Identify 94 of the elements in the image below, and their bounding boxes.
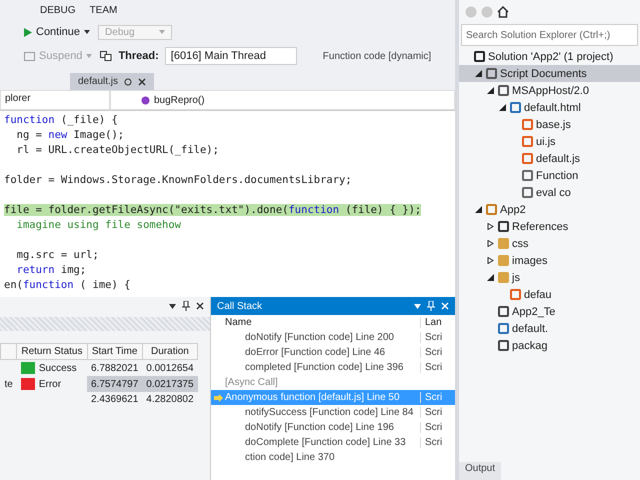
- item-icon: [486, 68, 497, 79]
- code-line: ng = new Image();: [16, 129, 124, 141]
- call-stack-row[interactable]: ction code] Line 370: [231, 450, 455, 465]
- table-cell: te: [4, 378, 13, 390]
- file-icon: [498, 340, 509, 351]
- search-field[interactable]: Search Solution Explorer (Ctrl+;): [461, 24, 638, 46]
- solution-icon: [474, 51, 485, 62]
- close-icon[interactable]: [138, 78, 146, 86]
- tree-item[interactable]: js: [459, 269, 640, 286]
- script-file-icon: [522, 136, 533, 147]
- tree-item[interactable]: packag: [459, 337, 640, 354]
- script-file-icon: [510, 289, 521, 300]
- tree-item[interactable]: App2: [459, 201, 640, 218]
- tree-item[interactable]: eval co: [459, 184, 640, 201]
- pin-icon[interactable]: [124, 78, 132, 86]
- tree-item[interactable]: ui.js: [459, 133, 640, 150]
- tree-item[interactable]: default.html: [459, 99, 640, 116]
- column-header[interactable]: Duration: [142, 344, 198, 360]
- caret-icon: [159, 30, 166, 34]
- project-icon: [486, 204, 497, 215]
- tree-item[interactable]: images: [459, 252, 640, 269]
- tree-item[interactable]: MSAppHost/2.0: [459, 82, 640, 99]
- expanded-triangle-icon[interactable]: [475, 206, 482, 213]
- expanded-triangle-icon[interactable]: [499, 104, 506, 111]
- tree-item[interactable]: css: [459, 235, 640, 252]
- expanded-triangle-icon[interactable]: [475, 70, 482, 77]
- item-icon: [498, 306, 509, 317]
- code-editor[interactable]: [0, 111, 455, 297]
- caret-icon: [86, 54, 92, 58]
- script-file-icon: [522, 153, 533, 164]
- editor-tab[interactable]: default.js: [70, 73, 154, 90]
- menu-item[interactable]: DEBUG: [40, 4, 76, 16]
- folder-icon: [498, 272, 509, 283]
- expanded-triangle-icon[interactable]: [487, 87, 494, 94]
- home-icon[interactable]: [497, 6, 509, 18]
- stack-frame-label: Function code [dynamic]: [322, 50, 432, 62]
- column-header[interactable]: Return Status: [16, 344, 87, 360]
- code-line: function (_file) {: [4, 114, 118, 126]
- folder-icon: [498, 255, 509, 266]
- script-file-icon: [522, 119, 533, 130]
- table-cell: 0.0217375: [146, 378, 194, 390]
- window-icon: [24, 52, 35, 60]
- table-cell: 6.7574797: [91, 378, 138, 390]
- table-cell: 0.0012654: [146, 362, 194, 374]
- expanded-triangle-icon[interactable]: [487, 274, 494, 281]
- collapsed-triangle-icon[interactable]: [487, 240, 494, 247]
- method-icon: [141, 96, 150, 104]
- code-line: rl = URL.createObjectURL(_file);: [16, 144, 219, 156]
- tree-item[interactable]: References: [459, 218, 640, 235]
- tree-item[interactable]: defau: [459, 286, 640, 303]
- tree-item[interactable]: App2_Te: [459, 303, 640, 320]
- call-stack-row[interactable]: [Async Call]: [211, 375, 455, 390]
- play-icon: [24, 28, 32, 36]
- continue-button[interactable]: Continue: [22, 24, 92, 40]
- file-icon: [510, 102, 521, 113]
- code-line: return img;: [16, 264, 86, 276]
- menu-item[interactable]: TEAM: [90, 4, 118, 16]
- table-cell: 6.7882021: [91, 362, 138, 374]
- pin-icon[interactable]: [182, 301, 190, 311]
- panel-title: Call Stack: [217, 300, 262, 312]
- file-icon: [522, 187, 533, 198]
- code-line: mg.src = url;: [16, 249, 99, 261]
- item-icon: [498, 85, 509, 96]
- table-cell: Error: [38, 378, 62, 390]
- folder-icon: [498, 238, 509, 249]
- file-icon: [522, 170, 533, 181]
- tree-item[interactable]: Function: [459, 167, 640, 184]
- table-cell: 4.2820802: [146, 394, 194, 405]
- thread-field[interactable]: [6016] Main Thread: [164, 47, 297, 65]
- file-icon: [498, 323, 509, 334]
- navigation-dropdown[interactable]: plorer: [0, 90, 110, 110]
- table-cell: Success: [38, 362, 77, 374]
- collapsed-triangle-icon[interactable]: [487, 223, 494, 230]
- tree-item[interactable]: base.js: [459, 116, 640, 133]
- code-line: en(function ( ime) {: [4, 279, 130, 291]
- code-line: folder = Windows.Storage.KnownFolders.documentsLibrary;: [4, 174, 352, 186]
- thread-label: Thread:: [118, 50, 159, 62]
- tree-item[interactable]: default.: [459, 320, 640, 337]
- close-icon[interactable]: [196, 302, 204, 310]
- tree-item[interactable]: default.js: [459, 150, 640, 167]
- tree-item[interactable]: Solution 'App2' (1 project): [459, 48, 640, 65]
- collapsed-triangle-icon[interactable]: [487, 257, 494, 264]
- column-header[interactable]: Start Time: [87, 344, 142, 360]
- column-header[interactable]: Name: [211, 317, 420, 328]
- table-cell: 2.4369621: [91, 394, 138, 405]
- item-icon: [498, 221, 509, 232]
- tree-item[interactable]: Script Documents: [459, 65, 640, 82]
- thread-icon: [100, 51, 112, 61]
- output-tab[interactable]: Output: [459, 462, 502, 480]
- caret-icon: [84, 30, 90, 34]
- code-line: imagine using file somehow: [16, 219, 182, 231]
- current-frame-icon: [214, 394, 223, 402]
- dropdown-icon[interactable]: [169, 304, 176, 308]
- member-dropdown[interactable]: bugRepro(): [110, 90, 455, 110]
